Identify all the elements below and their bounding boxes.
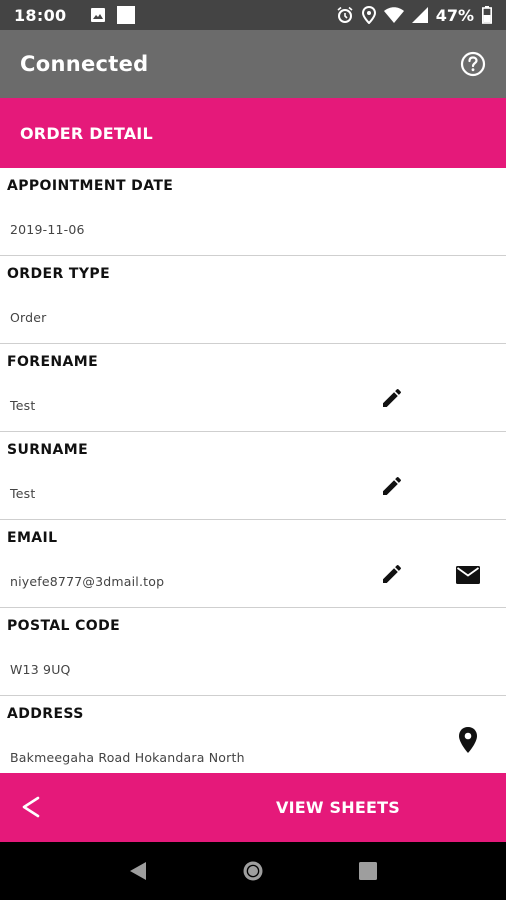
app-title: Connected (20, 52, 149, 76)
view-sheets-button[interactable]: VIEW SHEETS (0, 773, 506, 842)
bottom-action-bar: VIEW SHEETS (0, 773, 506, 842)
status-bar: 18:00 47% (0, 0, 506, 30)
system-nav-bar (0, 842, 506, 900)
field-value: 2019-11-06 (10, 222, 85, 237)
field-label: APPOINTMENT DATE (7, 178, 174, 194)
edit-surname-pencil-icon[interactable] (380, 474, 404, 498)
field-forename: FORENAME Test (0, 344, 506, 432)
field-value: Order (10, 310, 47, 325)
wifi-icon (383, 7, 404, 23)
field-surname: SURNAME Test (0, 432, 506, 520)
field-label: POSTAL CODE (7, 618, 121, 634)
field-label: FORENAME (7, 354, 99, 370)
map-pin-icon[interactable] (456, 726, 480, 754)
signal-icon (411, 7, 428, 23)
battery-icon (482, 6, 492, 24)
field-value: Test (10, 486, 36, 501)
section-title: ORDER DETAIL (20, 123, 153, 143)
field-postal-code: POSTAL CODE W13 9UQ (0, 608, 506, 696)
nav-back-triangle-icon[interactable] (126, 859, 150, 883)
nav-home-circle-icon[interactable] (241, 859, 265, 883)
alarm-icon (336, 6, 354, 24)
order-detail-list[interactable]: APPOINTMENT DATE 2019-11-06 ORDER TYPE O… (0, 168, 506, 773)
location-status-icon (361, 6, 376, 24)
status-right: 47% (336, 6, 492, 25)
field-value: Test (10, 398, 36, 413)
field-address: ADDRESS Bakmeegaha Road Hokandara North (0, 696, 506, 773)
edit-email-pencil-icon[interactable] (380, 562, 404, 586)
square-notification-icon (116, 5, 136, 25)
field-value: W13 9UQ (10, 662, 71, 677)
status-left: 18:00 (14, 5, 136, 25)
order-detail-header: ORDER DETAIL (0, 98, 506, 168)
field-label: ADDRESS (7, 706, 84, 722)
image-notification-icon (90, 7, 106, 23)
field-label: ORDER TYPE (7, 266, 111, 282)
field-value: Bakmeegaha Road Hokandara North (10, 750, 245, 765)
status-time: 18:00 (14, 5, 67, 25)
field-email: EMAIL niyefe8777@3dmail.top (0, 520, 506, 608)
help-circle-icon[interactable] (460, 51, 486, 77)
field-label: EMAIL (7, 530, 58, 546)
send-email-envelope-icon[interactable] (455, 562, 481, 588)
edit-forename-pencil-icon[interactable] (380, 386, 404, 410)
field-value: niyefe8777@3dmail.top (10, 574, 165, 589)
field-label: SURNAME (7, 442, 89, 458)
field-order-type: ORDER TYPE Order (0, 256, 506, 344)
field-appointment-date: APPOINTMENT DATE 2019-11-06 (0, 168, 506, 256)
battery-percent: 47% (435, 5, 474, 25)
app-bar: Connected (0, 30, 506, 98)
nav-recents-square-icon[interactable] (356, 859, 380, 883)
